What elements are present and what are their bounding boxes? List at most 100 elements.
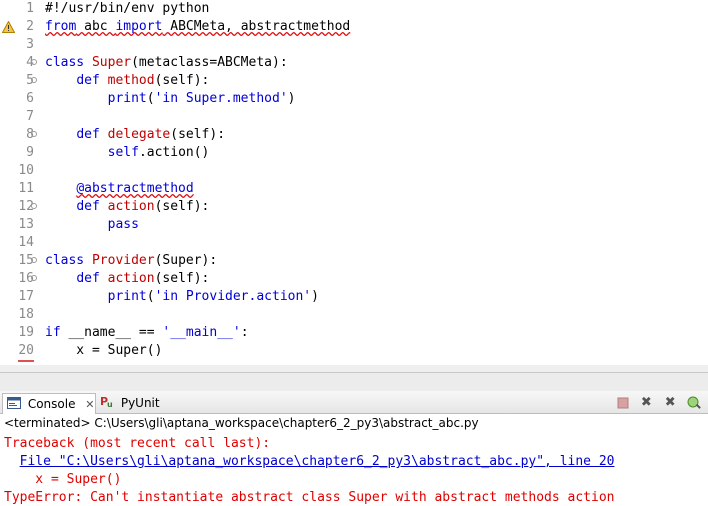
code-token: ( bbox=[146, 91, 155, 106]
code-token: #!/usr/bin/env python bbox=[45, 1, 210, 16]
code-text: self.action() bbox=[45, 144, 210, 162]
code-line[interactable]: 2 from abc import ABCMeta, abstractmethod bbox=[0, 18, 708, 36]
code-token: 'in Super.method' bbox=[154, 91, 288, 106]
code-token: class bbox=[45, 253, 85, 268]
code-text: if __name__ == '__main__': bbox=[45, 324, 249, 342]
code-token: .action() bbox=[138, 145, 210, 160]
fold-toggle-icon[interactable] bbox=[31, 257, 37, 263]
code-editor[interactable]: 1 #!/usr/bin/env python 2 from abc import A… bbox=[0, 0, 708, 372]
code-line[interactable]: 6 print('in Super.method') bbox=[0, 90, 708, 108]
code-text: print('in Provider.action') bbox=[45, 288, 319, 306]
remove-launch-icon[interactable]: ✖ bbox=[638, 395, 654, 411]
code-token: (metaclass=ABCMeta): bbox=[131, 55, 288, 70]
line-gutter: 17 bbox=[0, 288, 38, 306]
code-line[interactable]: 10 bbox=[0, 162, 708, 180]
code-line[interactable]: 18 bbox=[0, 306, 708, 324]
line-number: 13 bbox=[18, 217, 34, 232]
error-line: TypeError: Can't instantiate abstract cl… bbox=[4, 490, 615, 505]
line-number: 20 bbox=[18, 342, 34, 362]
code-token: ABCMeta, abstractmethod bbox=[162, 19, 351, 34]
console-tabbar: Console ✕ Pu PyUnit ✖ ✖ bbox=[0, 391, 708, 414]
code-token: self bbox=[107, 145, 139, 160]
code-text: pass bbox=[45, 216, 139, 234]
code-text: def method(self): bbox=[45, 72, 209, 90]
code-line[interactable]: 8 def delegate(self): bbox=[0, 126, 708, 144]
code-token: (self): bbox=[154, 271, 210, 286]
code-token: if bbox=[45, 325, 61, 340]
code-token: ) bbox=[311, 289, 319, 304]
code-token: import bbox=[115, 19, 163, 34]
code-line[interactable]: 20 x = Super() bbox=[0, 342, 708, 362]
code-line[interactable]: 7 bbox=[0, 108, 708, 126]
close-icon[interactable]: ✕ bbox=[85, 398, 94, 411]
code-text: class Super(metaclass=ABCMeta): bbox=[45, 54, 288, 72]
code-token: @abstractmethod bbox=[76, 181, 194, 196]
fold-toggle-icon[interactable] bbox=[31, 77, 37, 83]
code-token: : bbox=[240, 325, 249, 340]
line-number: 2 bbox=[26, 19, 34, 34]
console-toolbar: ✖ ✖ bbox=[611, 395, 702, 411]
fold-toggle-icon[interactable] bbox=[31, 59, 37, 65]
code-line[interactable]: 4 class Super(metaclass=ABCMeta): bbox=[0, 54, 708, 72]
code-text: def action(self): bbox=[45, 270, 209, 288]
code-line[interactable]: 1 #!/usr/bin/env python bbox=[0, 0, 708, 18]
fold-toggle-icon[interactable] bbox=[31, 131, 37, 137]
code-line[interactable]: 11 @abstractmethod bbox=[0, 180, 708, 198]
code-token: (self): bbox=[154, 73, 210, 88]
code-line[interactable]: 5 def method(self): bbox=[0, 72, 708, 90]
code-line[interactable]: 19 if __name__ == '__main__': bbox=[0, 324, 708, 342]
line-number: 18 bbox=[18, 307, 34, 322]
tab-console[interactable]: Console ✕ bbox=[2, 393, 96, 414]
stop-icon[interactable] bbox=[615, 395, 631, 411]
line-number: 9 bbox=[26, 145, 34, 160]
line-gutter: 15 bbox=[0, 252, 38, 270]
code-line[interactable]: 9 self.action() bbox=[0, 144, 708, 162]
console-status: <terminated> C:\Users\gli\aptana_workspa… bbox=[0, 414, 708, 432]
code-line[interactable]: 16 def action(self): bbox=[0, 270, 708, 288]
traceback-source-line: x = Super() bbox=[4, 472, 122, 487]
line-number: 10 bbox=[18, 163, 34, 178]
tab-pyunit[interactable]: Pu PyUnit bbox=[100, 393, 160, 413]
code-line[interactable]: 14 bbox=[0, 234, 708, 252]
code-line[interactable]: 3 bbox=[0, 36, 708, 54]
scroll-lock-icon[interactable] bbox=[686, 395, 702, 411]
code-line[interactable]: 17 print('in Provider.action') bbox=[0, 288, 708, 306]
code-line[interactable]: 13 pass bbox=[0, 216, 708, 234]
code-token: def bbox=[76, 199, 100, 214]
code-token: print bbox=[107, 289, 147, 304]
code-token: action bbox=[107, 271, 155, 286]
code-token: class bbox=[45, 55, 85, 70]
code-text: class Provider(Super): bbox=[45, 252, 217, 270]
file-link[interactable]: File "C:\Users\gli\aptana_workspace\chap… bbox=[20, 454, 615, 469]
code-token: '__main__' bbox=[162, 325, 241, 340]
code-token: action bbox=[107, 199, 155, 214]
code-token: abc bbox=[76, 19, 116, 34]
code-token: delegate bbox=[107, 127, 171, 142]
code-text: x = Super() bbox=[45, 342, 162, 360]
code-text: from abc import ABCMeta, abstractmethod bbox=[45, 18, 350, 36]
panel-divider bbox=[0, 372, 708, 392]
remove-all-icon[interactable]: ✖ bbox=[662, 395, 678, 411]
fold-toggle-icon[interactable] bbox=[31, 275, 37, 281]
code-token: __name__ == bbox=[60, 325, 163, 340]
fold-toggle-icon[interactable] bbox=[31, 203, 37, 209]
code-token: def bbox=[76, 271, 100, 286]
line-gutter: 4 bbox=[0, 54, 38, 72]
code-line[interactable]: 15 class Provider(Super): bbox=[0, 252, 708, 270]
line-number: 14 bbox=[18, 235, 34, 250]
code-text: @abstractmethod bbox=[45, 180, 194, 198]
code-line[interactable]: 12 def action(self): bbox=[0, 198, 708, 216]
line-number: 17 bbox=[18, 289, 34, 304]
warning-icon[interactable] bbox=[2, 21, 15, 33]
code-token: from bbox=[45, 19, 77, 34]
line-number: 6 bbox=[26, 91, 34, 106]
